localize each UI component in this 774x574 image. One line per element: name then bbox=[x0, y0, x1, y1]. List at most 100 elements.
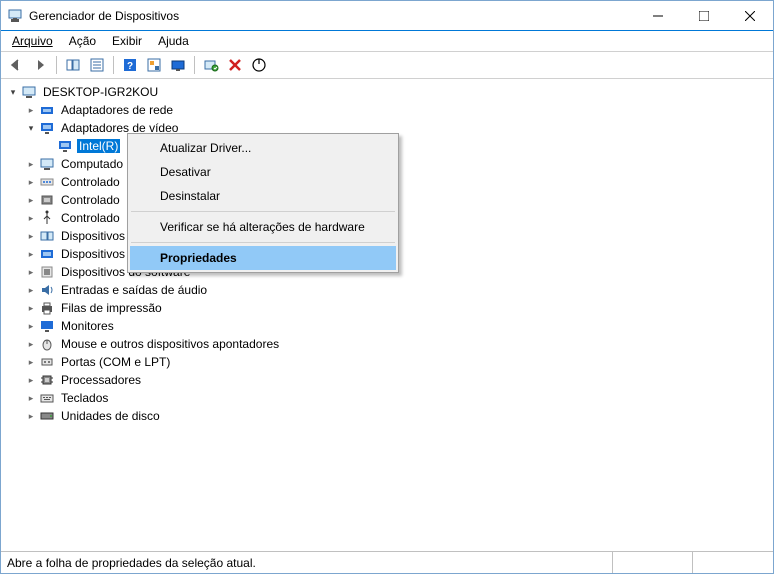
menu-help[interactable]: Ajuda bbox=[151, 32, 196, 50]
status-segment bbox=[693, 552, 773, 573]
tree-network-adapters[interactable]: ▸ Adaptadores de rede bbox=[3, 101, 771, 119]
device-tree[interactable]: ▾ DESKTOP-IGR2KOU ▸ Adaptadores de rede … bbox=[1, 79, 773, 551]
menu-uninstall[interactable]: Desinstalar bbox=[130, 184, 396, 208]
expand-icon[interactable]: ▸ bbox=[23, 156, 39, 172]
expand-icon[interactable]: ▸ bbox=[23, 174, 39, 190]
tree-label: Mouse e outros dispositivos apontadores bbox=[59, 337, 281, 351]
tree-monitors[interactable]: ▸ Monitores bbox=[3, 317, 771, 335]
controller-icon bbox=[39, 192, 55, 208]
forward-button[interactable] bbox=[29, 54, 51, 76]
tree-label: Controlado bbox=[59, 211, 122, 225]
toolbar: ? bbox=[1, 51, 773, 79]
tree-root[interactable]: ▾ DESKTOP-IGR2KOU bbox=[3, 83, 771, 101]
computer-icon bbox=[21, 84, 37, 100]
expand-icon[interactable]: ▸ bbox=[23, 318, 39, 334]
tree-label: Portas (COM e LPT) bbox=[59, 355, 172, 369]
menu-bar: Arquivo Ação Exibir Ajuda bbox=[1, 31, 773, 51]
display-icon bbox=[57, 138, 73, 154]
expand-icon[interactable]: ▾ bbox=[5, 84, 21, 100]
expand-icon[interactable]: ▾ bbox=[23, 120, 39, 136]
expand-icon[interactable]: ▸ bbox=[23, 408, 39, 424]
expand-icon[interactable]: ▸ bbox=[23, 246, 39, 262]
tree-label: Dispositivos bbox=[59, 247, 127, 261]
keyboard-icon bbox=[39, 390, 55, 406]
tree-label: Computado bbox=[59, 157, 125, 171]
tree-label: Controlado bbox=[59, 175, 122, 189]
action-button[interactable] bbox=[143, 54, 165, 76]
tree-keyboards[interactable]: ▸ Teclados bbox=[3, 389, 771, 407]
maximize-button[interactable] bbox=[681, 1, 727, 31]
tree-label: Unidades de disco bbox=[59, 409, 162, 423]
printer-icon bbox=[39, 300, 55, 316]
tree-disks[interactable]: ▸ Unidades de disco bbox=[3, 407, 771, 425]
network-icon bbox=[39, 102, 55, 118]
expand-icon[interactable]: ▸ bbox=[23, 282, 39, 298]
app-icon bbox=[7, 8, 23, 24]
help-button[interactable]: ? bbox=[119, 54, 141, 76]
expand-icon[interactable]: ▸ bbox=[23, 264, 39, 280]
menu-separator bbox=[131, 242, 395, 243]
hid-icon bbox=[39, 228, 55, 244]
back-button[interactable] bbox=[5, 54, 27, 76]
tree-mouse[interactable]: ▸ Mouse e outros dispositivos apontadore… bbox=[3, 335, 771, 353]
uninstall-button[interactable] bbox=[224, 54, 246, 76]
tree-label: Controlado bbox=[59, 193, 122, 207]
tree-label: DESKTOP-IGR2KOU bbox=[41, 85, 160, 99]
disk-icon bbox=[39, 408, 55, 424]
computer-icon bbox=[39, 156, 55, 172]
menu-update-driver[interactable]: Atualizar Driver... bbox=[130, 136, 396, 160]
tree-label: Dispositivos bbox=[59, 229, 127, 243]
tree-label: Intel(R) bbox=[77, 139, 120, 153]
tree-audio[interactable]: ▸ Entradas e saídas de áudio bbox=[3, 281, 771, 299]
tree-print-queues[interactable]: ▸ Filas de impressão bbox=[3, 299, 771, 317]
tree-processors[interactable]: ▸ Processadores bbox=[3, 371, 771, 389]
window-title: Gerenciador de Dispositivos bbox=[29, 9, 635, 23]
menu-action[interactable]: Ação bbox=[62, 32, 103, 50]
usb-icon bbox=[39, 210, 55, 226]
expand-icon[interactable]: ▸ bbox=[23, 336, 39, 352]
disable-button[interactable] bbox=[248, 54, 270, 76]
tree-label: Processadores bbox=[59, 373, 143, 387]
tree-label: Entradas e saídas de áudio bbox=[59, 283, 209, 297]
tree-label: Filas de impressão bbox=[59, 301, 164, 315]
menu-file[interactable]: Arquivo bbox=[5, 32, 60, 50]
status-bar: Abre a folha de propriedades da seleção … bbox=[1, 551, 773, 573]
tree-label: Monitores bbox=[59, 319, 116, 333]
close-button[interactable] bbox=[727, 1, 773, 31]
minimize-button[interactable] bbox=[635, 1, 681, 31]
scan-hardware-button[interactable] bbox=[200, 54, 222, 76]
menu-view[interactable]: Exibir bbox=[105, 32, 149, 50]
menu-separator bbox=[131, 211, 395, 212]
cpu-icon bbox=[39, 372, 55, 388]
expand-icon[interactable]: ▸ bbox=[23, 210, 39, 226]
expand-icon[interactable]: ▸ bbox=[23, 300, 39, 316]
tree-ports[interactable]: ▸ Portas (COM e LPT) bbox=[3, 353, 771, 371]
title-bar: Gerenciador de Dispositivos bbox=[1, 1, 773, 31]
expand-icon[interactable]: ▸ bbox=[23, 102, 39, 118]
show-hide-tree-button[interactable] bbox=[62, 54, 84, 76]
audio-icon bbox=[39, 282, 55, 298]
port-icon bbox=[39, 354, 55, 370]
menu-scan-hardware[interactable]: Verificar se há alterações de hardware bbox=[130, 215, 396, 239]
properties-button[interactable] bbox=[86, 54, 108, 76]
status-segment bbox=[613, 552, 693, 573]
expand-icon[interactable]: ▸ bbox=[23, 390, 39, 406]
tree-label: Adaptadores de rede bbox=[59, 103, 175, 117]
svg-text:?: ? bbox=[127, 61, 133, 72]
tree-label: Teclados bbox=[59, 391, 110, 405]
controller-icon bbox=[39, 174, 55, 190]
menu-disable[interactable]: Desativar bbox=[130, 160, 396, 184]
context-menu: Atualizar Driver... Desativar Desinstala… bbox=[127, 133, 399, 273]
menu-properties[interactable]: Propriedades bbox=[130, 246, 396, 270]
expand-icon[interactable]: ▸ bbox=[23, 372, 39, 388]
expand-icon[interactable]: ▸ bbox=[23, 192, 39, 208]
monitor-icon bbox=[39, 318, 55, 334]
software-icon bbox=[39, 264, 55, 280]
status-text: Abre a folha de propriedades da seleção … bbox=[1, 552, 613, 573]
spacer bbox=[41, 138, 57, 154]
system-icon bbox=[39, 246, 55, 262]
expand-icon[interactable]: ▸ bbox=[23, 354, 39, 370]
expand-icon[interactable]: ▸ bbox=[23, 228, 39, 244]
display-icon bbox=[39, 120, 55, 136]
update-driver-button[interactable] bbox=[167, 54, 189, 76]
